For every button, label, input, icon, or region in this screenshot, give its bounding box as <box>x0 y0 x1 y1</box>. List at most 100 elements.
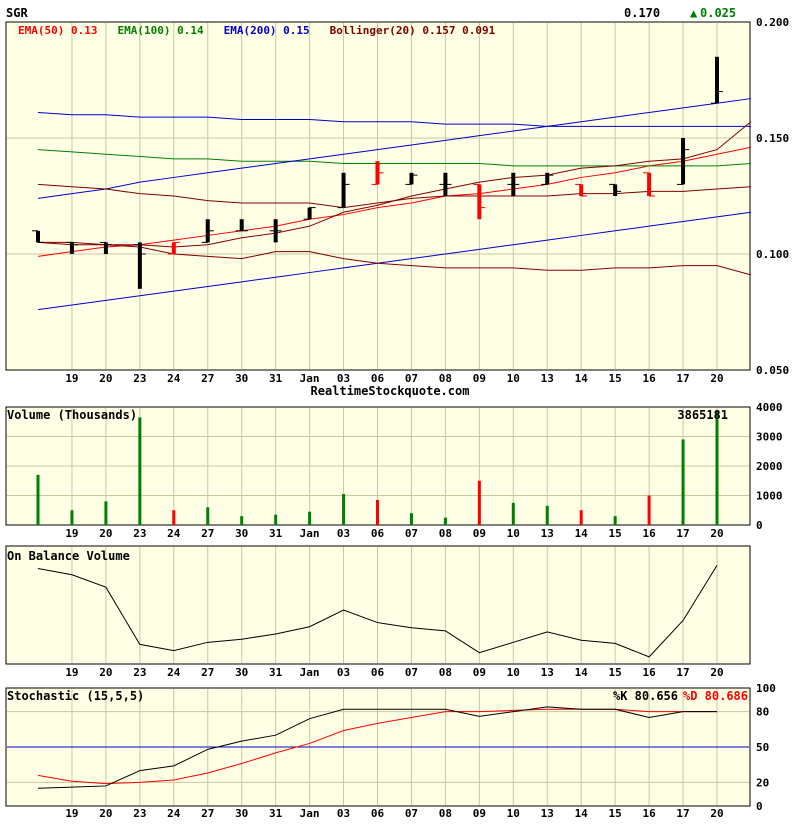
x-tick-label: 03 <box>337 527 350 540</box>
volume-y-tick: 2000 <box>756 460 783 473</box>
x-tick-label: 15 <box>609 527 622 540</box>
volume-bar <box>545 505 549 525</box>
x-tick-label: 27 <box>201 527 214 540</box>
x-tick-label: 08 <box>439 666 452 679</box>
ohlc-range <box>647 172 652 196</box>
legend-entry: Bollinger(20) 0.157 0.091 <box>330 24 496 37</box>
watermark: RealtimeStockquote.com <box>311 384 470 398</box>
x-tick-label: 13 <box>541 666 554 679</box>
x-tick-label: 13 <box>541 807 554 820</box>
x-tick-label: 20 <box>99 372 112 385</box>
volume-bar <box>376 499 379 525</box>
x-tick-label: 17 <box>676 527 689 540</box>
x-tick-label: 30 <box>235 666 248 679</box>
x-tick-label: 16 <box>642 666 656 679</box>
price-change: 0.025 <box>700 6 736 20</box>
x-tick-label: 16 <box>642 807 656 820</box>
volume-bar <box>613 516 617 525</box>
price-y-tick: 0.100 <box>756 248 789 261</box>
x-tick-label: 31 <box>269 666 283 679</box>
stochastic-y-tick: 20 <box>756 776 769 789</box>
volume-bar <box>409 513 413 525</box>
x-tick-label: 19 <box>65 372 78 385</box>
x-tick-label: 06 <box>371 666 385 679</box>
legend-entry: EMA(50) 0.13 <box>18 24 97 37</box>
x-tick-label: 06 <box>371 527 385 540</box>
volume-bar <box>70 510 74 525</box>
stock-chart: SGR 0.170 ▲ 0.025 EMA(50) 0.13 EMA(100) 0… <box>0 0 800 820</box>
x-tick-label: 30 <box>235 372 248 385</box>
ohlc-range <box>681 138 686 185</box>
volume-bar <box>579 510 583 525</box>
x-tick-label: 10 <box>507 527 520 540</box>
x-tick-label: 19 <box>65 666 78 679</box>
x-tick-label: 23 <box>133 372 146 385</box>
x-tick-label: 17 <box>676 666 689 679</box>
x-tick-label: 15 <box>609 372 622 385</box>
x-tick-label: 31 <box>269 372 283 385</box>
x-tick-label: Jan <box>300 527 320 540</box>
ohlc-range <box>409 172 414 185</box>
price-legend: EMA(50) 0.13 EMA(100) 0.14 EMA(200) 0.15 Bo… <box>18 24 496 37</box>
volume-bar <box>138 417 142 525</box>
x-tick-label: 07 <box>405 807 418 820</box>
x-tick-label: 20 <box>710 666 723 679</box>
x-tick-label: 24 <box>167 372 181 385</box>
x-tick-label: 27 <box>201 807 214 820</box>
x-tick-label: 24 <box>167 807 181 820</box>
ohlc-range <box>613 184 618 196</box>
x-tick-label: 20 <box>99 527 112 540</box>
x-tick-label: 14 <box>575 807 589 820</box>
x-tick-label: 03 <box>337 666 350 679</box>
volume-title: Volume (Thousands) <box>7 408 137 422</box>
x-tick-label: 06 <box>371 807 385 820</box>
volume-bar <box>477 480 481 525</box>
stochastic-y-tick: 0 <box>756 800 763 813</box>
symbol-label: SGR <box>6 6 28 20</box>
price-y-axis: 0.200 0.150 0.100 0.050 <box>756 16 789 377</box>
x-tick-label: 14 <box>575 666 589 679</box>
ohlc-range <box>36 230 40 243</box>
change-arrow-icon: ▲ <box>690 6 698 20</box>
x-tick-label: 09 <box>473 807 486 820</box>
stochastic-y-axis: 100 80 50 20 0 <box>756 682 776 813</box>
x-tick-label: 23 <box>133 666 146 679</box>
x-tick-label: 13 <box>541 527 554 540</box>
stochastic-y-tick: 50 <box>756 741 769 754</box>
x-tick-label: 30 <box>235 807 248 820</box>
x-tick-label: 14 <box>575 527 589 540</box>
x-tick-label: 23 <box>133 527 146 540</box>
ohlc-range <box>69 242 74 254</box>
x-tick-label: Jan <box>300 666 320 679</box>
x-tick-label: 10 <box>507 666 520 679</box>
volume-bar <box>715 410 719 525</box>
x-tick-label: 31 <box>269 527 283 540</box>
volume-y-tick: 3000 <box>756 431 783 444</box>
x-tick-label: 14 <box>575 372 589 385</box>
volume-bar <box>308 511 312 525</box>
x-tick-label: 24 <box>167 666 181 679</box>
last-price: 0.170 <box>624 6 660 20</box>
volume-bar <box>240 516 244 525</box>
legend-entry: EMA(200) 0.15 <box>224 24 310 37</box>
volume-x-axis: 19 20 23 24 27 30 31 Jan 03 06 07 08 09 10 13 14 15 16 17 2… <box>65 527 723 540</box>
x-tick-label: 27 <box>201 666 214 679</box>
ohlc-range <box>341 172 346 208</box>
volume-bar <box>342 494 346 525</box>
x-tick-label: 15 <box>609 807 622 820</box>
ohlc-range <box>307 207 312 220</box>
x-tick-label: 31 <box>269 807 283 820</box>
ohlc-range <box>579 184 584 196</box>
x-tick-label: 07 <box>405 527 418 540</box>
stochastic-k-label: %K 80.656 <box>613 689 678 703</box>
ohlc-range <box>239 219 244 231</box>
chart-svg: SGR 0.170 ▲ 0.025 EMA(50) 0.13 EMA(100) 0… <box>5 6 789 820</box>
price-y-tick: 0.150 <box>756 132 789 145</box>
x-tick-label: 17 <box>676 372 689 385</box>
volume-bar <box>647 495 651 525</box>
volume-last-label: 3865181 <box>677 408 728 422</box>
x-tick-label: 20 <box>710 372 723 385</box>
volume-y-tick: 1000 <box>756 490 783 503</box>
x-tick-label: 10 <box>507 372 520 385</box>
volume-bar <box>36 474 40 525</box>
